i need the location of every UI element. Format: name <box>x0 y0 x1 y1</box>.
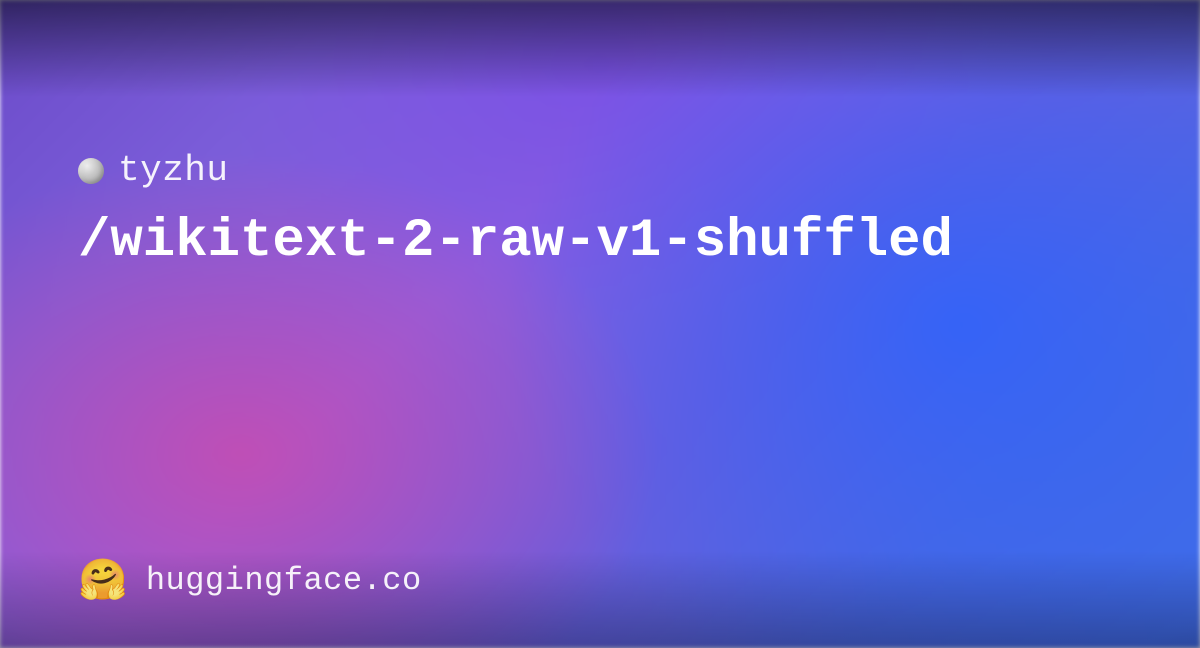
footer-domain: huggingface.co <box>146 562 422 599</box>
repo-title: /wikitext-2-raw-v1-shuffled <box>78 212 953 271</box>
huggingface-emoji-icon: 🤗 <box>78 560 128 600</box>
footer: 🤗 huggingface.co <box>78 560 422 600</box>
owner-name: tyzhu <box>118 150 229 191</box>
card-content: tyzhu /wikitext-2-raw-v1-shuffled 🤗 hugg… <box>0 0 1200 648</box>
owner-line: tyzhu <box>78 150 229 191</box>
owner-avatar-icon <box>78 158 104 184</box>
